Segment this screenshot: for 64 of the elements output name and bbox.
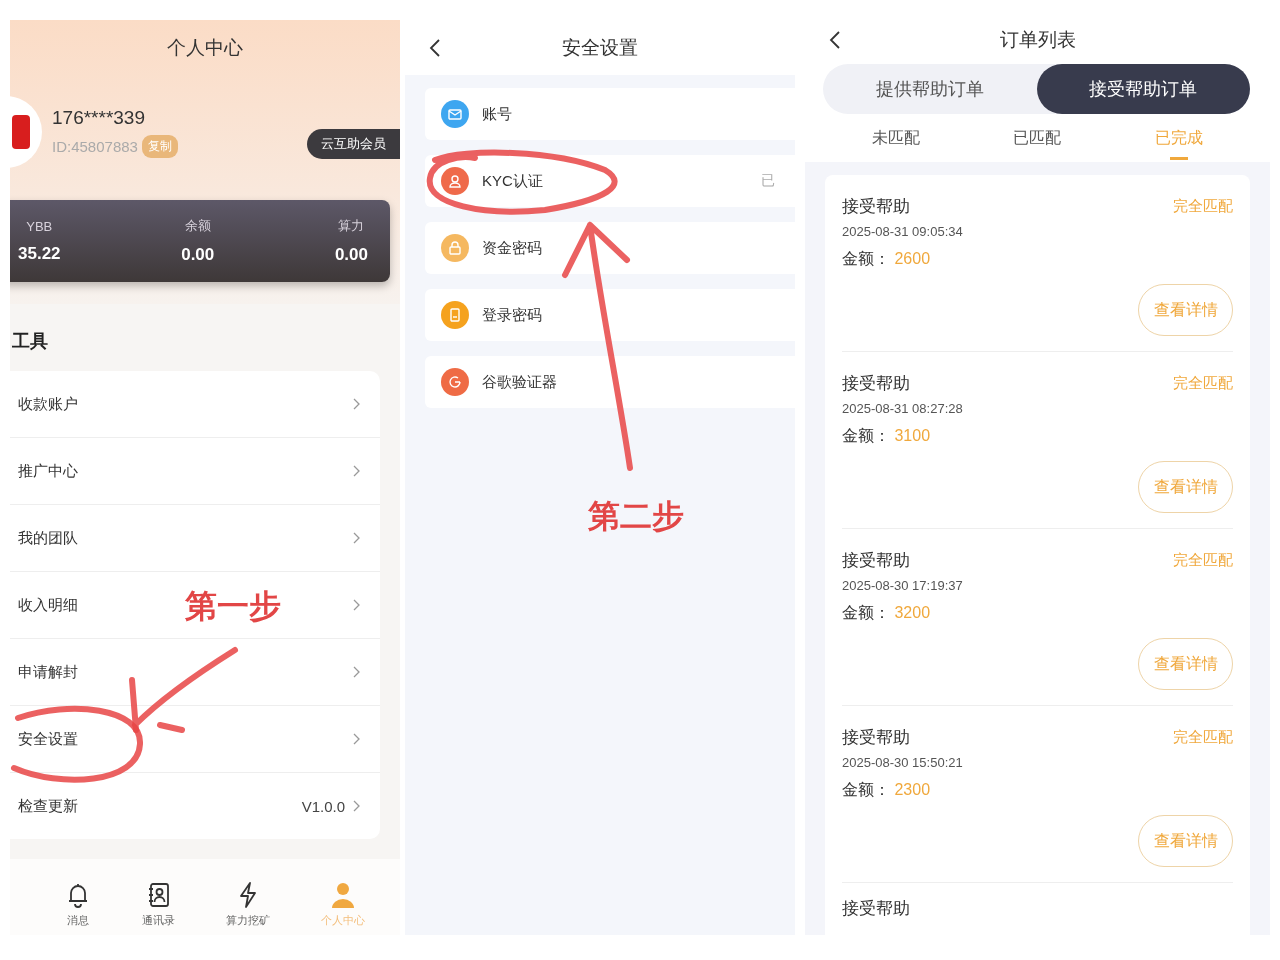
- screen-title: 安全设置: [562, 35, 638, 60]
- amount-value: 3100: [894, 427, 931, 444]
- order-date: 2025-08-30 15:50:21: [842, 755, 964, 770]
- settings-item[interactable]: 账号: [425, 88, 795, 140]
- settings-item[interactable]: 登录密码: [425, 289, 795, 341]
- stat-label: 余额: [184, 217, 211, 235]
- menu-item[interactable]: 检查更新 V1.0.0: [10, 773, 380, 839]
- chevron-right-icon: [353, 666, 360, 678]
- stat-value: 35.22: [18, 243, 61, 264]
- stat-value: 0.00: [334, 245, 368, 265]
- section-title: 工具: [12, 330, 49, 353]
- back-icon[interactable]: [429, 37, 441, 58]
- order-date: 2025-08-30 17:19:37: [842, 578, 964, 593]
- chevron-right-icon: [353, 800, 360, 812]
- chevron-right-icon: [353, 733, 360, 745]
- segment-tab[interactable]: 提供帮助订单: [823, 64, 1037, 114]
- nav-item[interactable]: 通讯录: [142, 881, 176, 933]
- menu-item[interactable]: 我的团队: [10, 505, 380, 572]
- annotation-text: 第一步: [185, 587, 281, 626]
- amount-label: 金额：: [842, 250, 890, 267]
- amount-value: 2600: [894, 250, 931, 267]
- nav-item[interactable]: 消息: [65, 881, 92, 933]
- menu-item[interactable]: 申请解封: [10, 639, 380, 706]
- order-title: 接受帮助: [842, 196, 910, 218]
- status-tab[interactable]: 未匹配: [861, 114, 930, 162]
- segment-tab[interactable]: 接受帮助订单: [1036, 64, 1250, 114]
- settings-item[interactable]: 资金密码: [425, 222, 795, 274]
- chevron-right-icon: [353, 532, 360, 544]
- order-date: 2025-08-31 08:27:28: [842, 401, 964, 416]
- order-date: 2025-08-31 09:05:34: [842, 224, 964, 239]
- order-title: 接受帮助: [842, 898, 911, 920]
- chevron-right-icon: [353, 465, 360, 477]
- amount-value: 3200: [894, 604, 931, 621]
- settings-item[interactable]: 谷歌验证器: [425, 356, 795, 408]
- amount-label: 金额：: [842, 781, 890, 798]
- menu-item[interactable]: 推广中心: [10, 438, 380, 505]
- nav-item[interactable]: 算力挖矿: [225, 881, 270, 933]
- stat-label: YBB: [26, 218, 53, 234]
- back-icon[interactable]: [829, 30, 841, 50]
- member-badge: 云互助会员: [307, 129, 400, 159]
- chevron-right-icon: [353, 398, 360, 410]
- order-title: 接受帮助: [842, 727, 910, 749]
- amount-label: 金额：: [842, 604, 890, 621]
- order-status: 完全匹配: [1173, 728, 1233, 747]
- order-status: 完全匹配: [1173, 197, 1233, 216]
- chevron-right-icon: [353, 599, 360, 611]
- person-icon: [329, 881, 356, 909]
- order-title: 接受帮助: [842, 550, 910, 572]
- user-id: ID:45807883: [52, 137, 138, 155]
- status-tab[interactable]: 已匹配: [1003, 114, 1072, 162]
- screen-title: 订单列表: [999, 28, 1076, 52]
- amount-value: 2300: [894, 781, 931, 798]
- annotation-text: 第二步: [588, 497, 684, 536]
- screen-title: 个人中心: [166, 36, 244, 60]
- settings-item[interactable]: KYC认证 已: [425, 155, 795, 207]
- order-status: 完全匹配: [1173, 374, 1233, 393]
- menu-item[interactable]: 收款账户: [10, 371, 380, 438]
- order-status: 完全匹配: [1173, 551, 1233, 570]
- phone-number: 176****339: [52, 106, 146, 129]
- amount-label: 金额：: [842, 427, 890, 444]
- menu-item[interactable]: 安全设置: [10, 706, 380, 773]
- stat-label: 算力: [338, 217, 365, 235]
- stat-value: 0.00: [181, 245, 215, 265]
- order-title: 接受帮助: [842, 373, 910, 395]
